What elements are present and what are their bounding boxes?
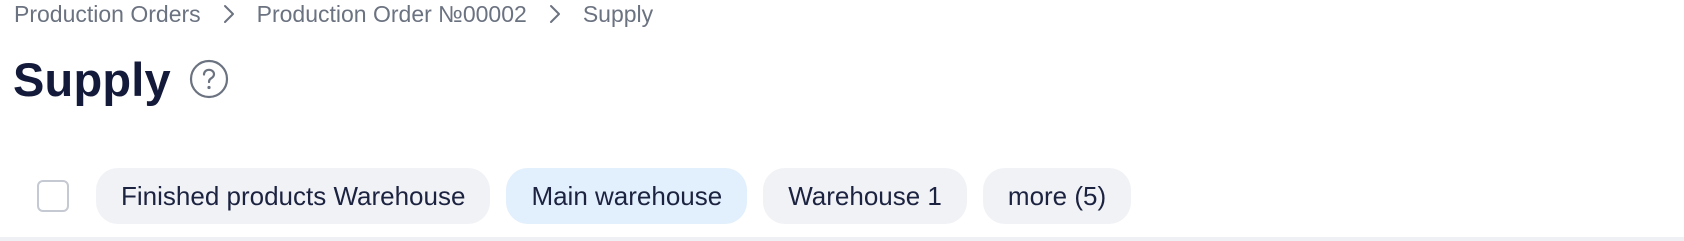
chip-more[interactable]: more (5): [982, 168, 1132, 224]
page-title: Supply: [13, 52, 171, 106]
breadcrumb-item-supply: Supply: [582, 0, 654, 27]
breadcrumb: Production Orders Production Order №0000…: [14, 0, 653, 28]
chip-main-warehouse[interactable]: Main warehouse: [506, 168, 748, 224]
chip-finished-products-warehouse[interactable]: Finished products Warehouse: [96, 168, 491, 224]
title-row: Supply: [13, 50, 229, 108]
breadcrumb-item-production-order[interactable]: Production Order №00002: [257, 1, 527, 28]
question-circle-icon[interactable]: [189, 59, 229, 99]
chevron-right-icon: [201, 0, 257, 28]
chip-warehouse-1[interactable]: Warehouse 1: [763, 168, 967, 224]
chevron-right-icon: [527, 0, 583, 28]
page: Production Orders Production Order №0000…: [0, 0, 1684, 241]
breadcrumb-item-production-orders[interactable]: Production Orders: [14, 1, 201, 28]
select-all-checkbox[interactable]: [37, 180, 69, 212]
divider: [0, 237, 1684, 241]
filter-row: Finished products Warehouse Main warehou…: [37, 168, 1147, 224]
